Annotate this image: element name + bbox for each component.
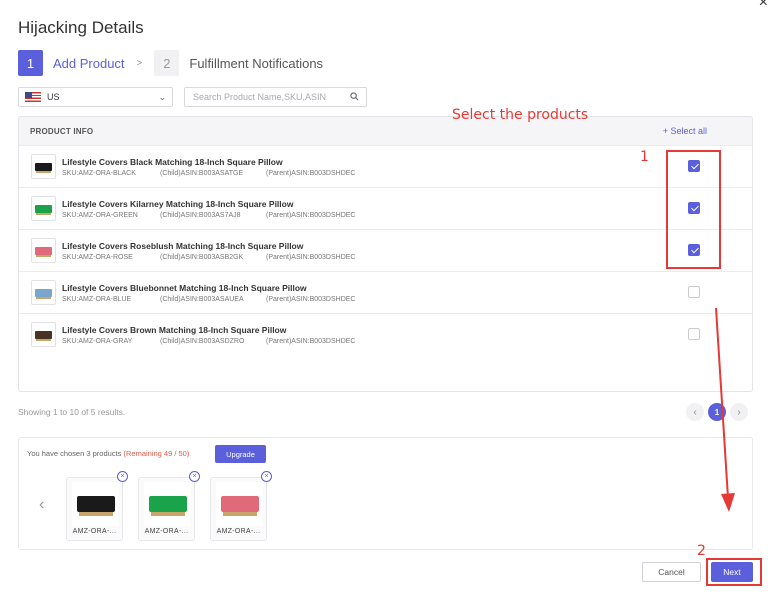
hijacking-details-modal: × Hijacking Details 1 Add Product > 2 Fu… — [0, 0, 768, 593]
annotation-arrow — [715, 307, 735, 512]
